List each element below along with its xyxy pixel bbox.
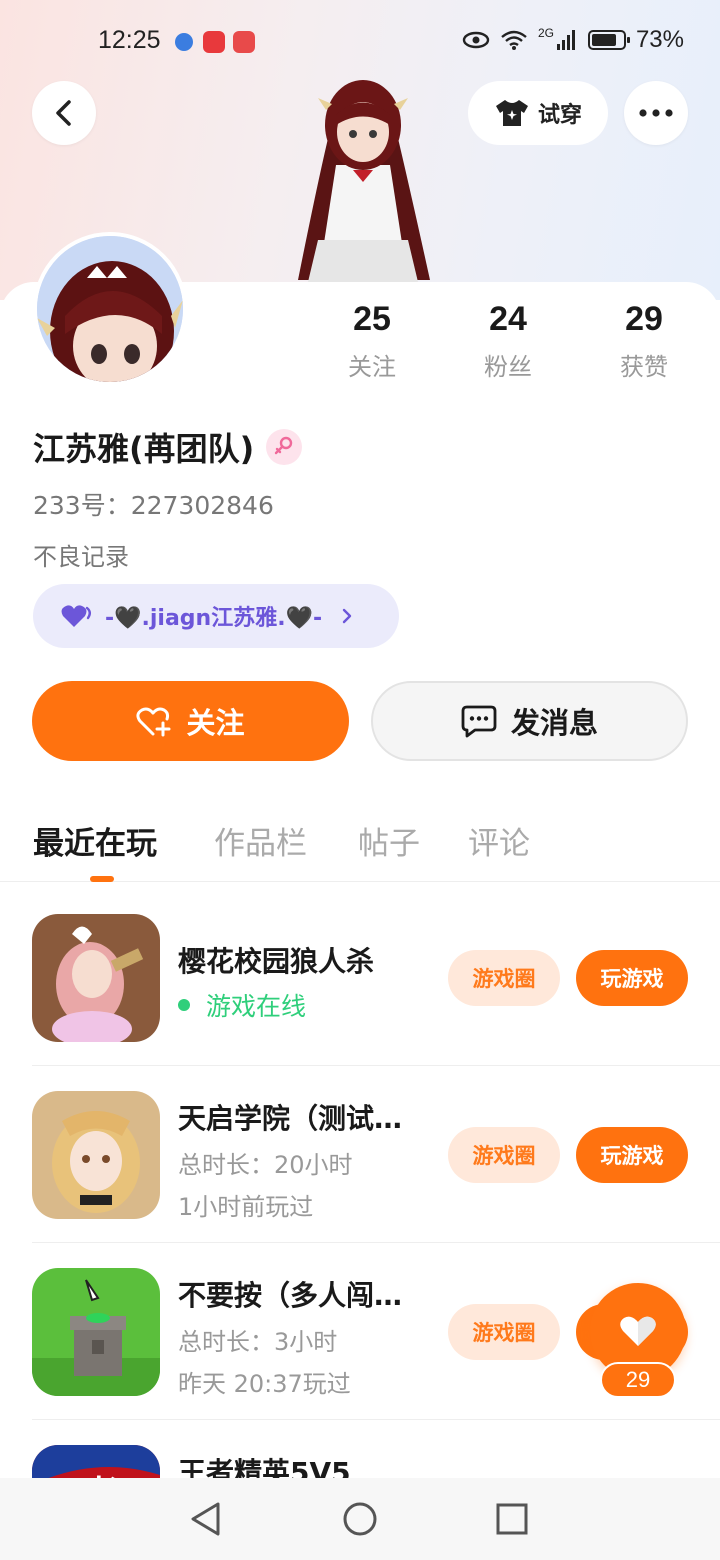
stat-followers[interactable]: 24 粉丝 <box>448 300 568 382</box>
back-nav-icon[interactable] <box>189 1501 223 1537</box>
game-circle-button[interactable]: 游戏圈 <box>448 950 560 1006</box>
profile-tabs: 最近在玩 作品栏 帖子 评论 <box>0 812 720 882</box>
chevron-right-icon <box>342 608 352 624</box>
stat-label: 关注 <box>348 353 396 381</box>
stat-value: 24 <box>489 300 527 338</box>
message-button[interactable]: 发消息 <box>371 681 688 761</box>
online-label: 游戏在线 <box>206 992 307 1021</box>
message-label: 发消息 <box>510 706 598 740</box>
profile-stats: 25 关注 24 粉丝 29 获赞 <box>300 300 720 390</box>
home-nav-icon[interactable] <box>342 1501 378 1537</box>
game-cover-image: 王者 <box>32 1445 160 1478</box>
heart-icon <box>61 605 91 627</box>
book-app-icon <box>233 31 255 53</box>
stat-likes[interactable]: 29 获赞 <box>584 300 704 382</box>
chat-icon <box>461 705 497 738</box>
stat-value: 25 <box>353 300 391 338</box>
stat-label: 粉丝 <box>484 353 532 381</box>
play-game-button[interactable]: 玩游戏 <box>576 950 688 1006</box>
signal-icon <box>556 30 575 50</box>
eye-icon <box>462 31 490 49</box>
system-nav-bar <box>0 1478 720 1560</box>
battery-level: 73% <box>635 26 684 53</box>
stat-label: 获赞 <box>620 353 668 381</box>
store-app-icon <box>203 31 225 53</box>
game-title: 天启学院（测试… <box>178 1102 403 1135</box>
female-symbol <box>275 436 293 455</box>
back-button[interactable] <box>32 81 96 145</box>
list-item[interactable]: 天启学院（测试… 总时长：20小时 1小时前玩过 游戏圈 玩游戏 <box>32 1067 720 1243</box>
last-played: 昨天 20:37玩过 <box>178 1370 351 1398</box>
bad-record-link[interactable]: 不良记录 <box>33 537 129 572</box>
tab-recently-played[interactable]: 最近在玩 <box>33 818 157 863</box>
game-title: 不要按（多人闯… <box>178 1279 403 1312</box>
try-on-button[interactable]: 试穿 <box>468 81 608 145</box>
name-row: 江苏雅(苒团队) <box>33 424 303 470</box>
game-icon <box>32 1091 160 1219</box>
avatar[interactable] <box>33 232 187 386</box>
tab-works[interactable]: 作品栏 <box>214 818 307 863</box>
active-tab-indicator <box>90 876 114 882</box>
play-duration: 总时长：3小时 <box>178 1328 338 1356</box>
game-cover-image <box>32 1268 160 1396</box>
stat-value: 29 <box>625 300 663 338</box>
guild-tag[interactable]: -🖤.jiagn江苏雅.🖤- <box>33 584 399 648</box>
game-icon <box>32 1268 160 1396</box>
tshirt-icon <box>495 100 528 126</box>
game-icon: 王者 <box>32 1445 160 1478</box>
try-on-label: 试穿 <box>537 103 582 128</box>
online-dot <box>178 999 190 1011</box>
game-icon <box>32 914 160 1042</box>
follow-label: 关注 <box>186 706 245 740</box>
stat-following[interactable]: 25 关注 <box>312 300 432 382</box>
network-type: 2G <box>537 26 554 40</box>
game-cover-image <box>32 1091 160 1219</box>
heart-icon <box>620 1316 656 1346</box>
battery-icon <box>587 30 630 50</box>
game-circle-button[interactable]: 游戏圈 <box>448 1304 560 1360</box>
recent-apps-nav-icon[interactable] <box>496 1503 528 1535</box>
game-cover-image <box>32 914 160 1042</box>
game-title: 王者精英5V5 <box>178 1456 351 1478</box>
game-title: 樱花校园狼人杀 <box>178 945 375 978</box>
avatar-image <box>37 236 183 382</box>
status-indicators: 2G 73% <box>462 26 684 54</box>
status-time: 12:25 <box>98 26 161 54</box>
online-status: 游戏在线 <box>178 987 306 1023</box>
game-circle-button[interactable]: 游戏圈 <box>448 1127 560 1183</box>
profile-name: 江苏雅(苒团队) <box>33 430 255 468</box>
play-duration: 总时长：20小时 <box>178 1151 353 1179</box>
list-item[interactable]: 王者 王者精英5V5 <box>32 1421 720 1478</box>
tab-comments[interactable]: 评论 <box>468 818 530 863</box>
female-icon <box>266 429 303 465</box>
heart-plus-icon <box>136 707 171 737</box>
list-item[interactable]: 樱花校园狼人杀 游戏在线 游戏圈 玩游戏 <box>32 890 720 1066</box>
tab-posts[interactable]: 帖子 <box>358 818 420 863</box>
follow-button[interactable]: 关注 <box>32 681 349 761</box>
avatar-3d-figure <box>298 80 430 282</box>
browser-app-icon <box>175 33 193 51</box>
user-id: 233号：227302846 <box>33 491 274 520</box>
like-count: 29 <box>600 1362 676 1398</box>
more-icon <box>639 109 673 117</box>
more-options-button[interactable] <box>624 81 688 145</box>
chevron-left-icon <box>56 100 71 126</box>
play-game-button[interactable]: 玩游戏 <box>576 1127 688 1183</box>
guild-tag-label: -🖤.jiagn江苏雅.🖤- <box>105 606 323 631</box>
last-played: 1小时前玩过 <box>178 1193 314 1221</box>
wifi-icon <box>501 30 527 50</box>
